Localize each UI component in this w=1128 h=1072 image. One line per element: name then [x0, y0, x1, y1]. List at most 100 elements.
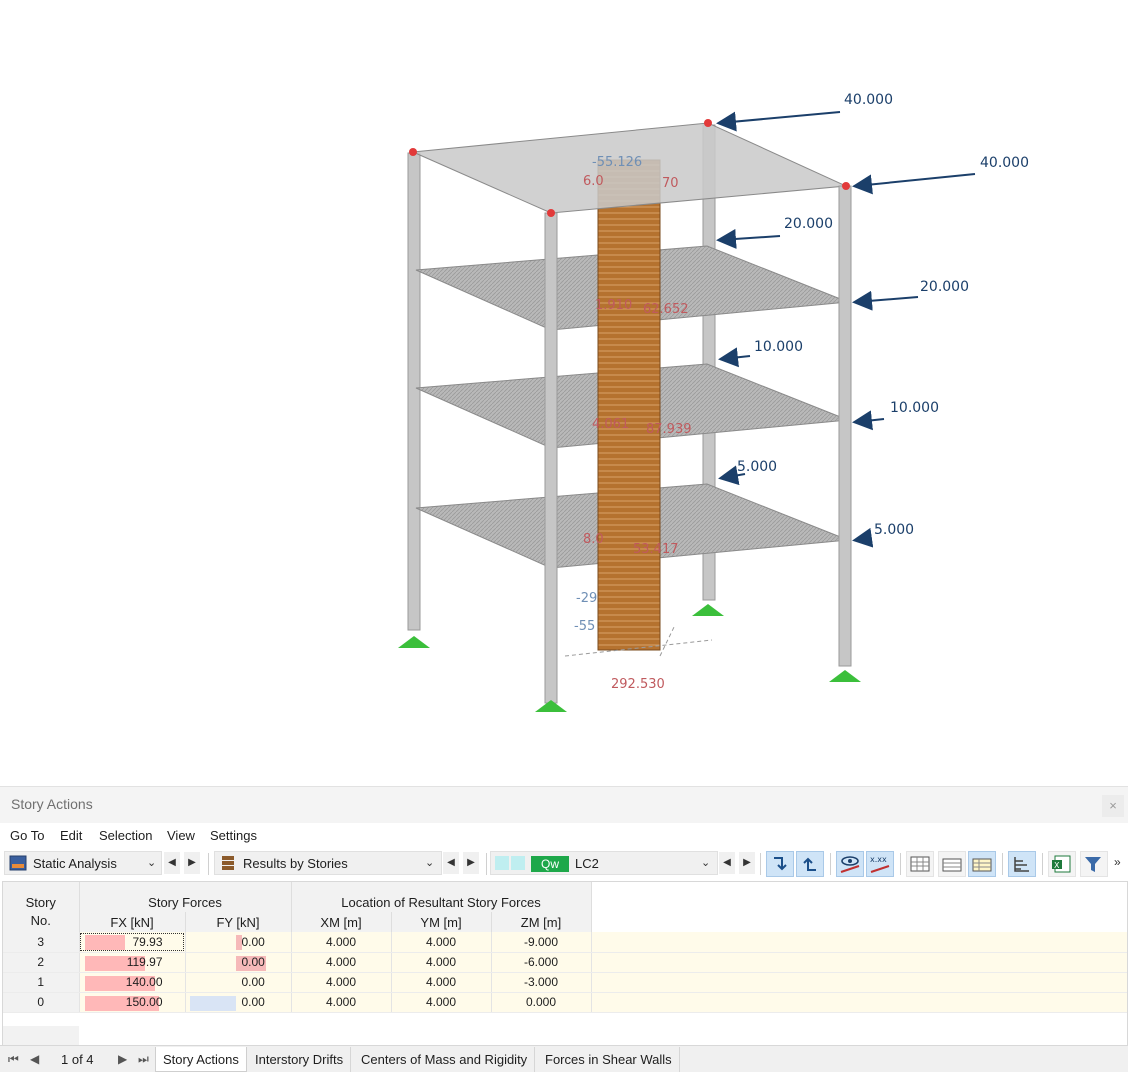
arrow-select-icon — [803, 857, 816, 871]
menu-edit[interactable]: Edit — [60, 828, 82, 843]
story-actions-panel: Story Actions × Go To Edit Selection Vie… — [0, 786, 1128, 1072]
excel-icon: X — [1052, 855, 1071, 873]
export-excel-button[interactable]: X — [1048, 851, 1076, 877]
fy-cell[interactable]: 0.00 — [185, 972, 292, 993]
zm-cell[interactable]: -3.000 — [491, 972, 592, 993]
header-blank — [79, 882, 292, 892]
filter-button[interactable] — [1080, 851, 1108, 877]
ym-cell[interactable]: 4.000 — [391, 952, 492, 973]
column-header-ym[interactable]: YM [m] — [391, 912, 492, 932]
menu-go-to[interactable]: Go To — [10, 828, 44, 843]
table-columns-button[interactable] — [938, 851, 966, 877]
header-blank — [3, 882, 80, 892]
zm-cell[interactable]: 0.000 — [491, 992, 592, 1013]
prev-analysis-button[interactable]: ◀ — [164, 852, 180, 874]
tab-story-actions[interactable]: Story Actions — [155, 1047, 247, 1072]
table-icon — [942, 858, 962, 872]
select-previous-button[interactable] — [766, 851, 794, 877]
result-label: 53.417 — [633, 542, 679, 557]
panel-title-bar: Story Actions × — [0, 787, 1128, 823]
result-label: 62.652 — [643, 302, 689, 317]
table-row[interactable]: 0 150.00 0.00 4.000 4.000 0.000 — [3, 992, 1127, 1013]
fx-value: 79.93 — [132, 934, 163, 949]
fx-value: 119.97 — [126, 955, 163, 969]
fx-cell[interactable]: 119.97 — [79, 952, 186, 973]
prev-lc-button[interactable]: ◀ — [719, 852, 735, 874]
lc-badge: Qw — [531, 856, 569, 872]
toolbar-separator — [830, 853, 831, 875]
fy-bar — [189, 995, 236, 1011]
table-highlight-button[interactable] — [968, 851, 996, 877]
toolbar-separator — [1042, 853, 1043, 875]
tab-forces-in-shear-walls[interactable]: Forces in Shear Walls — [538, 1047, 680, 1072]
analysis-type-select[interactable]: Static Analysis ⌄ — [4, 851, 162, 875]
tab-bar: ⏮ ◀ 1 of 4 ▶ ⏭ Story Actions Interstory … — [0, 1045, 1128, 1072]
table-view-button[interactable] — [906, 851, 934, 877]
toolbar-separator — [486, 853, 487, 875]
tab-interstory-drifts[interactable]: Interstory Drifts — [248, 1047, 352, 1072]
group-header-story-forces: Story Forces — [79, 892, 292, 912]
menu-settings[interactable]: Settings — [210, 828, 257, 843]
next-page-icon[interactable]: ▶ — [118, 1052, 127, 1066]
analysis-type-label: Static Analysis — [33, 856, 117, 871]
fx-cell[interactable]: 150.00 — [79, 992, 186, 1013]
column-header-fx[interactable]: FX [kN] — [79, 912, 186, 932]
3d-model-viewport[interactable]: 40.000 40.000 20.000 20.000 10.000 10.00… — [0, 0, 1128, 780]
show-values-button[interactable]: x.xx — [866, 851, 894, 877]
structure-view[interactable]: 40.000 40.000 20.000 20.000 10.000 10.00… — [0, 0, 1128, 780]
first-page-icon[interactable]: ⏮ — [8, 1052, 19, 1067]
prev-results-button[interactable]: ◀ — [443, 852, 459, 874]
fy-cell[interactable]: 0.00 — [185, 952, 292, 973]
column-header-zm[interactable]: ZM [m] — [491, 912, 592, 932]
ym-cell[interactable]: 4.000 — [391, 992, 492, 1013]
svg-text:x.xx: x.xx — [870, 855, 887, 864]
table-row[interactable]: 2 119.97 0.00 4.000 4.000 -6.000 — [3, 952, 1127, 973]
fx-cell[interactable]: 79.93 — [79, 932, 186, 953]
tab-centers-of-mass[interactable]: Centers of Mass and Rigidity — [354, 1047, 536, 1072]
menu-view[interactable]: View — [167, 828, 195, 843]
ym-cell[interactable]: 4.000 — [391, 972, 492, 993]
fy-cell[interactable]: 0.00 — [185, 932, 292, 953]
column-header-story[interactable]: Story No. — [3, 892, 80, 932]
next-analysis-button[interactable]: ▶ — [184, 852, 200, 874]
next-results-button[interactable]: ▶ — [463, 852, 479, 874]
load-case-select[interactable]: Qw LC2 ⌄ — [490, 851, 718, 875]
prev-page-icon[interactable]: ◀ — [30, 1052, 39, 1066]
column-header-xm[interactable]: XM [m] — [291, 912, 392, 932]
xm-cell[interactable]: 4.000 — [291, 992, 392, 1013]
shear-wall-core[interactable] — [597, 159, 661, 651]
zm-cell[interactable]: -9.000 — [491, 932, 592, 953]
xm-cell[interactable]: 4.000 — [291, 972, 392, 993]
overflow-chevron-icon[interactable]: » — [1114, 855, 1121, 869]
eye-icon — [840, 856, 860, 873]
tree-view-button[interactable] — [1008, 851, 1036, 877]
load-label-right-3: 10.000 — [890, 400, 939, 416]
fx-cell[interactable]: 140.00 — [79, 972, 186, 993]
table-row[interactable]: 3 79.93 0.00 4.000 4.000 -9.000 — [3, 932, 1127, 953]
result-label: -29 — [576, 591, 597, 606]
last-page-icon[interactable]: ⏭ — [138, 1052, 149, 1067]
menu-selection[interactable]: Selection — [99, 828, 152, 843]
fy-cell[interactable]: 0.00 — [185, 992, 292, 1013]
zm-cell[interactable]: -6.000 — [491, 952, 592, 973]
toolbar-separator — [1002, 853, 1003, 875]
xm-cell[interactable]: 4.000 — [291, 952, 392, 973]
xm-cell[interactable]: 4.000 — [291, 932, 392, 953]
header-filler — [591, 912, 1127, 932]
column-header-fy[interactable]: FY [kN] — [185, 912, 292, 932]
select-next-button[interactable] — [796, 851, 824, 877]
results-type-select[interactable]: Results by Stories ⌄ — [214, 851, 442, 875]
load-label-left-2: 20.000 — [784, 216, 833, 232]
story-number: 0 — [3, 992, 80, 1013]
result-label: 4.061 — [592, 417, 629, 432]
ym-cell[interactable]: 4.000 — [391, 932, 492, 953]
next-lc-button[interactable]: ▶ — [739, 852, 755, 874]
show-results-button[interactable] — [836, 851, 864, 877]
no-label: No. — [30, 913, 51, 928]
load-label-right-1: 40.000 — [980, 155, 1029, 171]
load-label-left-4: 5.000 — [737, 459, 777, 475]
lc-name: LC2 — [575, 856, 599, 871]
toolbar-separator — [760, 853, 761, 875]
close-icon[interactable]: × — [1102, 795, 1124, 817]
table-row[interactable]: 1 140.00 0.00 4.000 4.000 -3.000 — [3, 972, 1127, 993]
